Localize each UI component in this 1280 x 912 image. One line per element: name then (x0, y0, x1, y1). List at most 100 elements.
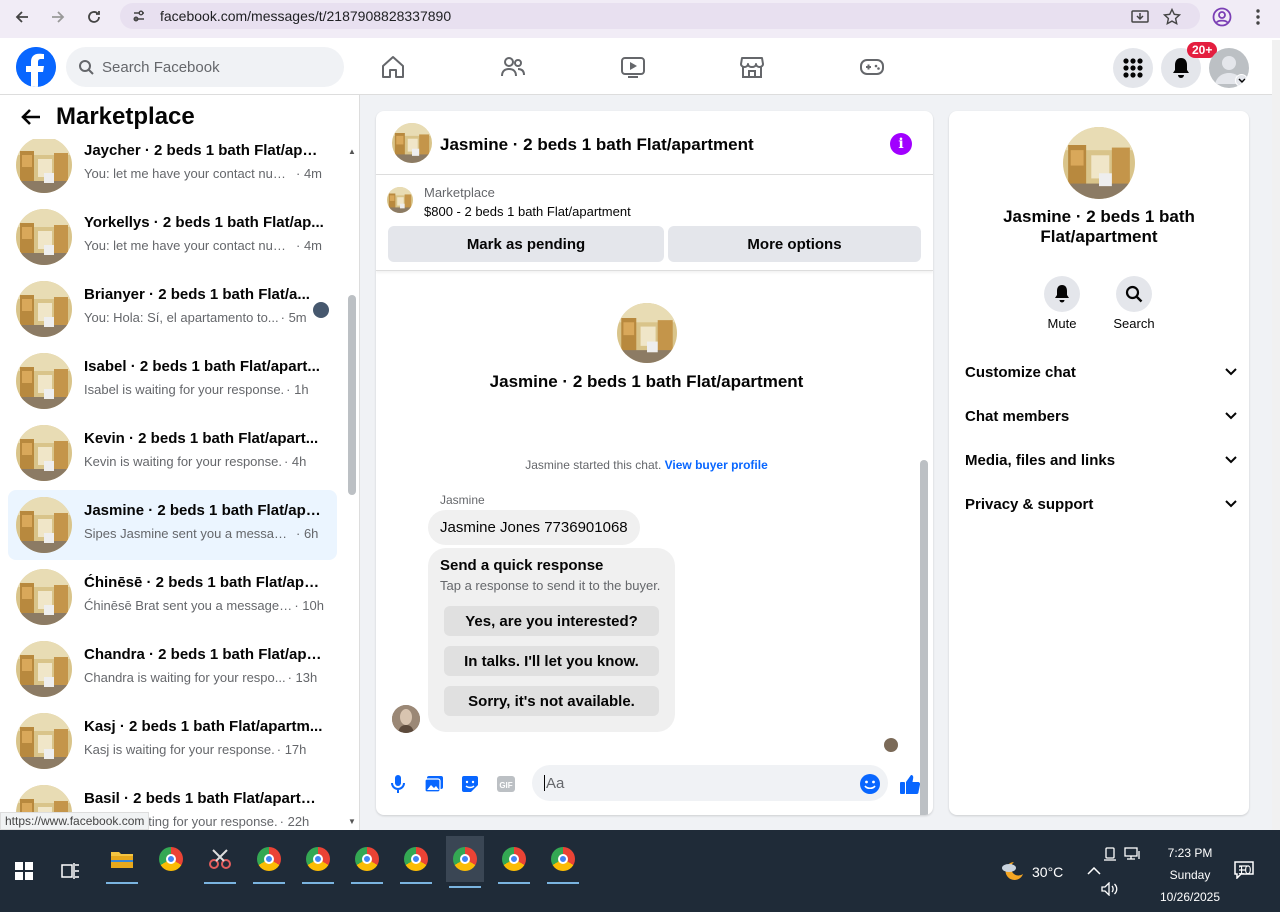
conversation-time: · 22h (279, 814, 310, 829)
conversation-item[interactable]: Chandra · 2 beds 1 bath Flat/apa... Chand… (8, 634, 337, 704)
mute-button[interactable]: Mute (1026, 276, 1098, 331)
scroll-down-arrow-icon[interactable]: ▼ (347, 817, 357, 826)
friends-icon[interactable] (499, 53, 527, 81)
chat-scrollbar[interactable] (920, 460, 928, 815)
chrome-profile-2-icon[interactable] (299, 840, 337, 884)
view-buyer-profile-link[interactable]: View buyer profile (665, 458, 768, 472)
media-files-links-row[interactable]: Media, files and links (965, 440, 1237, 480)
mark-as-pending-button[interactable]: Mark as pending (388, 226, 664, 262)
weather-widget[interactable]: 30°C (1000, 860, 1063, 884)
gaming-icon[interactable] (858, 53, 886, 81)
action-center-count: 10 (1238, 863, 1252, 877)
marketplace-icon[interactable] (738, 53, 766, 81)
quick-response-not-available-button[interactable]: Sorry, it's not available. (444, 686, 659, 716)
marketplace-inbox-sidebar: Marketplace Jaycher · 2 beds 1 bath Flat… (0, 95, 360, 830)
back-icon[interactable] (10, 5, 34, 29)
chat-title[interactable]: Jasmine · 2 beds 1 bath Flat/apartment (440, 135, 754, 155)
facebook-search-input[interactable]: Search Facebook (66, 47, 344, 87)
chat-members-row[interactable]: Chat members (965, 396, 1237, 436)
conversation-item[interactable]: Brianyer · 2 beds 1 bath Flat/a... You: H… (8, 274, 337, 344)
sender-avatar[interactable] (392, 705, 420, 733)
volume-icon[interactable] (1100, 870, 1120, 908)
more-options-button[interactable]: More options (668, 226, 921, 262)
photo-icon[interactable] (423, 773, 445, 795)
emoji-icon[interactable] (859, 773, 881, 795)
browser-menu-icon[interactable] (1246, 5, 1270, 29)
panel-title: Jasmine · 2 beds 1 bath Flat/apartment (1003, 207, 1195, 246)
customize-chat-label: Customize chat (965, 363, 1076, 381)
chrome-profile-7-icon[interactable] (544, 840, 582, 884)
info-icon[interactable]: i (890, 133, 912, 155)
conversation-item[interactable]: Yorkellys · 2 beds 1 bath Flat/ap... You:… (8, 202, 337, 272)
conversation-preview: Ćhinēsē Brat sent you a message ... (84, 598, 293, 613)
address-bar[interactable]: facebook.com/messages/t/2187908828337890 (120, 3, 1200, 29)
chrome-profile-6-icon[interactable] (495, 840, 533, 884)
scroll-up-arrow-icon[interactable]: ▲ (347, 147, 357, 156)
chrome-profile-3-icon[interactable] (348, 840, 386, 884)
conversation-item[interactable]: Jaycher · 2 beds 1 bath Flat/apartment Yo… (8, 130, 337, 200)
listing-avatar[interactable] (392, 123, 432, 163)
windows-start-icon[interactable] (5, 852, 43, 890)
conversation-item[interactable]: Jasmine · 2 beds 1 bath Flat/apa... Sipes… (8, 490, 337, 560)
message-bubble[interactable]: Jasmine Jones 7736901068 (428, 510, 640, 545)
search-placeholder: Search Facebook (102, 58, 220, 76)
panel-listing-avatar[interactable] (1063, 127, 1135, 199)
mute-bell-icon (1055, 285, 1069, 303)
page-scrollbar[interactable] (1272, 40, 1280, 830)
quick-response-yes-button[interactable]: Yes, are you interested? (444, 606, 659, 636)
quick-response-card: Send a quick response Tap a response to … (428, 548, 675, 732)
back-arrow-icon[interactable] (20, 105, 44, 129)
meet-now-icon[interactable] (1100, 835, 1120, 873)
profile-icon[interactable] (1210, 5, 1234, 29)
sticker-icon[interactable] (459, 773, 481, 795)
privacy-support-row[interactable]: Privacy & support (965, 484, 1237, 524)
customize-chat-row[interactable]: Customize chat (965, 352, 1237, 392)
conversation-title: Kasj · 2 beds 1 bath Flat/apartm... (84, 718, 323, 735)
snipping-tool-icon[interactable] (201, 840, 239, 884)
search-in-conversation-button[interactable]: Search (1098, 276, 1170, 331)
microphone-icon[interactable] (387, 773, 409, 795)
facebook-logo-icon[interactable] (16, 47, 56, 87)
chrome-profile-active-icon[interactable] (446, 836, 484, 888)
menu-grid-button[interactable] (1113, 48, 1153, 88)
forward-icon[interactable] (46, 5, 70, 29)
chrome-profile-4-icon[interactable] (397, 840, 435, 884)
taskbar-clock[interactable]: 7:23 PM Sunday 10/26/2025 (1150, 842, 1230, 908)
conversation-item[interactable]: Kevin · 2 beds 1 bath Flat/apart... Kevin… (8, 418, 337, 488)
account-avatar[interactable] (1209, 48, 1249, 88)
chat-header: Jasmine · 2 beds 1 bath Flat/apartment i (376, 111, 933, 175)
conversation-thumbnail (16, 569, 72, 625)
reload-icon[interactable] (82, 5, 106, 29)
install-app-icon[interactable] (1128, 5, 1152, 29)
bookmark-star-icon[interactable] (1160, 5, 1184, 29)
chrome-icon[interactable] (152, 840, 190, 878)
gif-icon[interactable]: GIF (495, 773, 517, 795)
conversation-thumbnail (16, 137, 72, 193)
conversation-item[interactable]: Ćhinēsē · 2 beds 1 bath Flat/apar... Ćhin… (8, 562, 337, 632)
conversation-item[interactable]: Isabel · 2 beds 1 bath Flat/apart... Isab… (8, 346, 337, 416)
facebook-top-nav: Search Facebook 20+ (0, 38, 1280, 95)
task-view-icon[interactable] (52, 852, 90, 890)
listing-price[interactable]: $800 - 2 beds 1 bath Flat/apartment (424, 204, 631, 219)
conversation-item[interactable]: Kasj · 2 beds 1 bath Flat/apartm... Kasj … (8, 706, 337, 776)
video-icon[interactable] (619, 53, 647, 81)
conversation-thumbnail (16, 353, 72, 409)
message-input-placeholder: Aa (546, 774, 565, 792)
conversation-preview: You: Hola: Sí, el apartamento to... (84, 310, 279, 325)
conversation-time: · 4m (296, 166, 322, 181)
conversation-time: · 4h (283, 454, 307, 469)
quick-response-subtitle: Tap a response to send it to the buyer. (440, 578, 661, 593)
sidebar-scrollbar[interactable] (348, 295, 356, 495)
conversation-title: Isabel · 2 beds 1 bath Flat/apart... (84, 358, 320, 375)
quick-response-in-talks-button[interactable]: In talks. I'll let you know. (444, 646, 659, 676)
message-input[interactable]: Aa (532, 765, 888, 801)
conversation-time: · 6h (296, 526, 319, 541)
file-explorer-icon[interactable] (103, 840, 141, 884)
home-icon[interactable] (379, 53, 407, 81)
like-thumb-icon[interactable] (899, 773, 921, 795)
site-settings-icon[interactable] (132, 9, 146, 23)
network-icon[interactable] (1123, 835, 1143, 873)
listing-thumbnail[interactable] (387, 187, 413, 213)
url-text[interactable]: facebook.com/messages/t/2187908828337890 (160, 8, 451, 24)
chrome-profile-n-icon[interactable] (250, 840, 288, 884)
